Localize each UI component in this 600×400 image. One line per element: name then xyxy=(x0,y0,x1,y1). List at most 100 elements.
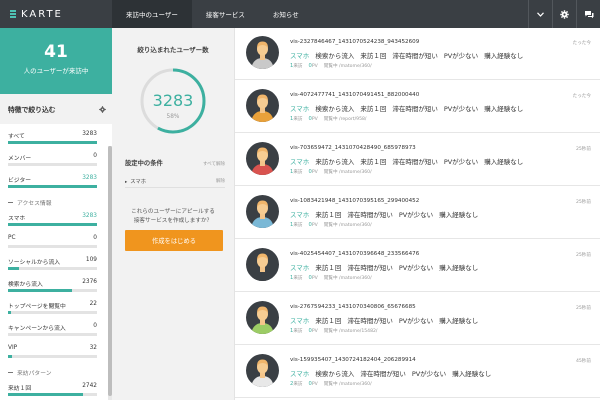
visitor-id[interactable]: vis-159935407_1430724182404_206289914 xyxy=(290,357,416,363)
visitor-tag: 検索から流入 xyxy=(315,105,355,113)
filtered-title: 絞り込まれたユーザー数 xyxy=(137,46,209,54)
visitor-tag: 来訪１回 xyxy=(315,264,342,272)
top-bar: KARTE 来訪中のユーザー 接客サービス お知らせ xyxy=(0,0,600,28)
filter-item[interactable]: PC 0 xyxy=(8,232,97,254)
condition-bullet: ▸ xyxy=(125,179,128,185)
device-tag: スマホ xyxy=(290,105,310,113)
filter-label: メンバー xyxy=(8,156,32,162)
device-tag: スマホ xyxy=(290,52,310,60)
filter-label: スマホ xyxy=(8,216,26,222)
filter-item[interactable]: 来訪１回 2742 xyxy=(8,380,97,400)
filter-bar xyxy=(8,245,97,248)
filter-item[interactable]: すべて 3283 xyxy=(8,128,97,150)
visitor-tag: 来訪１回 xyxy=(360,52,387,60)
visitor-tag: 購入経験なし xyxy=(439,317,479,325)
filter-item[interactable]: メンバー 0 xyxy=(8,150,97,172)
visitor-row[interactable]: vis-159935407_1430724182404_206289914 スマホ… xyxy=(235,346,600,398)
filter-label: ソーシャルから流入 xyxy=(8,260,61,266)
create-service-button[interactable]: 作成をはじめる xyxy=(125,230,223,251)
dropdown-button[interactable] xyxy=(528,0,552,28)
settings-button[interactable] xyxy=(552,0,576,28)
tab-visiting-users[interactable]: 来訪中のユーザー xyxy=(112,0,192,28)
visitor-row[interactable]: vis-1083421948_1431070395165_299400452 スマ… xyxy=(235,187,600,239)
avatar xyxy=(246,354,279,387)
filter-header: 特徴で絞り込む xyxy=(0,94,112,124)
visitor-tags: スマホ 来訪から流入 来訪１回 滞在時間が短い PVが少ない 購入経験なし xyxy=(290,156,529,166)
visitor-meta: 1来訪 0PV 閲覧中 /report/958/ xyxy=(290,116,367,122)
filter-label: 検索から流入 xyxy=(8,282,43,288)
visitor-tag: PVが少ない xyxy=(398,317,434,325)
filter-count: 0 xyxy=(93,323,97,329)
tab-notices[interactable]: お知らせ xyxy=(259,0,313,28)
current-page: /report/958/ xyxy=(339,117,367,122)
visitor-row[interactable]: vis-4072477741_1431070491451_882000440 スマ… xyxy=(235,81,600,133)
device-tag: スマホ xyxy=(290,158,310,166)
filter-item[interactable]: 検索から流入 2376 xyxy=(8,276,97,298)
condition-remove-link[interactable]: 解除 xyxy=(216,178,225,184)
filter-item[interactable]: スマホ 3283 xyxy=(8,210,97,232)
section-visit-pattern[interactable]: 来訪パターン xyxy=(8,364,97,380)
visit-time: 25秒前 xyxy=(575,253,591,258)
tab-services[interactable]: 接客サービス xyxy=(192,0,259,28)
visitor-tag: 滞在時間が短い xyxy=(347,264,393,272)
device-tag: スマホ xyxy=(290,317,310,325)
visitor-id[interactable]: vis-4025454407_1431070396648_233566476 xyxy=(290,251,419,257)
visitor-tag: 来訪１回 xyxy=(360,158,387,166)
visitor-tags: スマホ 検索から流入 来訪１回 滞在時間が短い PVが少ない 購入経験なし xyxy=(290,103,529,113)
visitor-id[interactable]: vis-703659472_1431070428490_685978973 xyxy=(290,145,416,151)
filter-bar-fill xyxy=(8,311,11,314)
condition-item: ▸ スマホ 解除 xyxy=(125,174,225,188)
visitor-row[interactable]: vis-2327846467_1431070524238_943452609 スマ… xyxy=(235,28,600,80)
filter-item[interactable]: VIP 32 xyxy=(8,342,97,364)
visitor-tag: PVが少ない xyxy=(443,105,479,113)
visit-time: 25秒前 xyxy=(575,147,591,152)
visitor-row[interactable]: vis-4025454407_1431070396648_233566476 スマ… xyxy=(235,240,600,292)
filter-item[interactable]: ソーシャルから流入 109 xyxy=(8,254,97,276)
visitor-tags: スマホ 来訪１回 滞在時間が短い PVが少ない 購入経験なし xyxy=(290,315,484,325)
appeal-message: これらのユーザーにアピールする 接客サービスを作成しますか？ xyxy=(131,209,215,224)
visitor-id[interactable]: vis-2767594233_1431070340806_65676685 xyxy=(290,304,416,310)
section-access-info[interactable]: アクセス情報 xyxy=(8,194,97,210)
visitor-tag: 購入経験なし xyxy=(484,52,524,60)
clear-all-link[interactable]: すべて解除 xyxy=(203,161,225,167)
filter-item[interactable]: キャンペーンから流入 0 xyxy=(8,320,97,342)
visitor-row[interactable]: vis-2767594233_1431070340806_65676685 スマホ… xyxy=(235,293,600,345)
filter-bar xyxy=(8,267,97,270)
chevron-down-icon xyxy=(537,11,544,17)
visitor-row[interactable]: vis-703659472_1431070428490_685978973 スマホ… xyxy=(235,134,600,186)
current-page: /matome/360/ xyxy=(339,64,372,69)
visitor-tag: 滞在時間が短い xyxy=(347,211,393,219)
gear-icon[interactable] xyxy=(99,105,106,113)
karte-logo[interactable]: KARTE xyxy=(0,0,112,28)
visitor-tag: PVが少ない xyxy=(443,52,479,60)
conditions-title: 設定中の条件 xyxy=(125,160,163,167)
filter-bar xyxy=(8,311,97,314)
visitor-id[interactable]: vis-1083421948_1431070395165_299400452 xyxy=(290,198,419,204)
current-page: /matome/360/ xyxy=(339,276,372,281)
visiting-user-count: 41 人のユーザーが来訪中 xyxy=(0,28,112,94)
visitor-tags: スマホ 来訪１回 滞在時間が短い PVが少ない 購入経験なし xyxy=(290,262,484,272)
filter-label: PC xyxy=(8,235,16,241)
visitor-meta: 1来訪 0PV 閲覧中 /matome/360/ xyxy=(290,275,372,281)
visit-time: たった今 xyxy=(572,94,591,99)
avatar xyxy=(246,36,279,69)
chat-button[interactable] xyxy=(576,0,600,28)
visitor-id[interactable]: vis-2327846467_1431070524238_943452609 xyxy=(290,39,419,45)
filter-count: 2742 xyxy=(82,383,97,389)
visitor-tags: スマホ 検索から流入 来訪１回 滞在時間が短い PVが少ない 購入経験なし xyxy=(290,50,529,60)
visitor-meta: 2来訪 0PV 閲覧中 /matome/360/ xyxy=(290,381,372,387)
logo-mark-icon xyxy=(10,10,16,18)
visitor-tag: PVが少ない xyxy=(398,211,434,219)
filter-bar-fill xyxy=(8,267,19,270)
filter-item[interactable]: トップページを閲覧中 22 xyxy=(8,298,97,320)
visitor-tag: 購入経験なし xyxy=(452,370,492,378)
visit-time: たった今 xyxy=(572,41,591,46)
filter-bar xyxy=(8,163,97,166)
filter-bar-fill xyxy=(8,223,97,226)
visitor-list: vis-2327846467_1431070524238_943452609 スマ… xyxy=(234,28,600,400)
chat-icon xyxy=(584,10,593,18)
filter-item[interactable]: ビジター 3283 xyxy=(8,172,97,194)
filter-count: 2376 xyxy=(82,279,97,285)
visitor-id[interactable]: vis-4072477741_1431070491451_882000440 xyxy=(290,92,419,98)
visit-time: 25秒前 xyxy=(575,306,591,311)
